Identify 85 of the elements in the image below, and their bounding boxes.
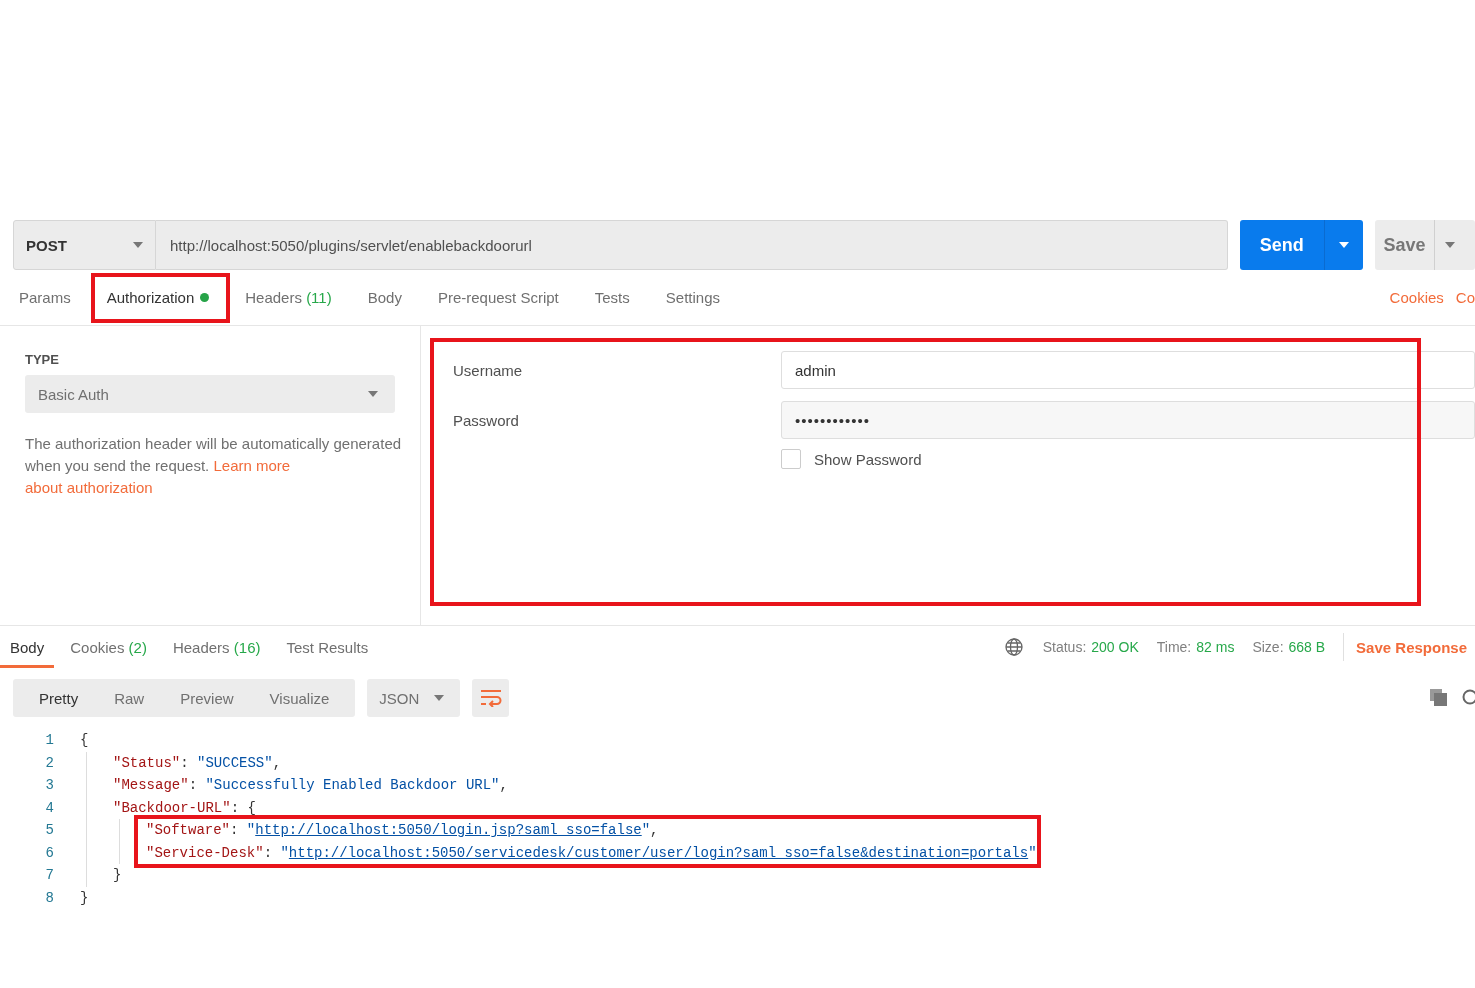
search-icon[interactable]: [1461, 689, 1475, 707]
auth-type-dropdown[interactable]: Basic Auth: [25, 375, 395, 413]
learn-more-link[interactable]: about authorization: [25, 479, 153, 496]
json-punctuation: {: [80, 732, 89, 749]
meta-label: Time:: [1156, 639, 1192, 655]
field-label: Username: [453, 361, 524, 379]
send-button[interactable]: Send: [1239, 220, 1325, 270]
caret-icon: [434, 695, 445, 701]
username-field[interactable]: admin: [781, 351, 1475, 389]
count-label: (16): [233, 638, 261, 656]
cookies-link[interactable]: Co: [1455, 289, 1475, 306]
meta-value: 200 OK: [1091, 639, 1139, 655]
json-punctuation: ,: [650, 822, 659, 839]
type-heading: TYPE: [25, 352, 60, 367]
response-tab[interactable]: Body: [0, 626, 55, 668]
request-tab[interactable]: Tests: [581, 280, 643, 315]
format-tab[interactable]: Preview: [162, 679, 252, 717]
field-label: Password: [453, 411, 520, 429]
meta-label: Size:: [1252, 639, 1284, 655]
method-dropdown[interactable]: POST: [13, 220, 156, 270]
request-tab[interactable]: Params: [6, 280, 84, 315]
json-punctuation: ,: [499, 777, 508, 794]
request-tab[interactable]: Headers (11): [232, 280, 345, 315]
line-number: 8: [44, 889, 54, 906]
json-punctuation: :: [180, 754, 190, 771]
json-string: "SUCCESS": [197, 754, 273, 771]
json-punctuation: :: [188, 777, 199, 794]
json-string: ": [641, 822, 651, 839]
json-punctuation: }: [80, 889, 89, 906]
caret-icon: [133, 242, 143, 248]
json-punctuation: :: [230, 822, 240, 839]
request-tab[interactable]: Settings: [652, 280, 733, 315]
count-label: (2): [128, 638, 147, 656]
line-number: 4: [44, 799, 54, 816]
json-string: ": [1028, 844, 1037, 861]
line-number: 1: [44, 732, 54, 749]
response-tab[interactable]: Test Results: [276, 626, 379, 668]
caret-icon: [368, 391, 378, 397]
url-field[interactable]: http://localhost:5050/plugins/servlet/enablebackdoorurl: [156, 220, 1228, 270]
json-punctuation: }: [113, 867, 122, 884]
save-button[interactable]: Save: [1375, 220, 1435, 270]
line-number: 7: [44, 867, 54, 884]
json-string: ": [280, 844, 289, 861]
json-key: "Service-Desk": [146, 844, 264, 861]
line-number: 2: [44, 754, 54, 771]
line-number: 6: [44, 844, 54, 861]
json-punctuation: :: [263, 844, 274, 861]
request-tab[interactable]: Pre-request Script: [424, 280, 572, 315]
format-tab[interactable]: Raw: [96, 679, 163, 717]
json-punctuation: ,: [272, 754, 282, 771]
line-number: 5: [44, 822, 54, 839]
caret-icon: [1339, 242, 1349, 248]
request-tab[interactable]: Authorization: [93, 280, 223, 315]
json-string: "Successfully Enabled Backdoor URL": [205, 777, 500, 794]
copy-icon[interactable]: [1429, 688, 1449, 708]
checkbox-label: Show Password: [814, 450, 922, 468]
format-tab[interactable]: Visualize: [251, 679, 348, 717]
format-tab[interactable]: Pretty: [21, 679, 97, 717]
cookies-link[interactable]: Cookies: [1389, 289, 1444, 306]
meta-label: Status:: [1042, 639, 1087, 655]
meta-value: 668 B: [1288, 639, 1326, 655]
request-tab[interactable]: Body: [354, 280, 415, 315]
caret-icon: [1445, 242, 1455, 248]
json-key: "Status": [113, 754, 181, 771]
wrap-lines-button[interactable]: [472, 679, 510, 717]
json-string: ": [246, 822, 256, 839]
meta-value: 82 ms: [1196, 639, 1235, 655]
url-link[interactable]: http://localhost:5050/servicedesk/customer/user/login?saml_sso=false&destination=portals: [288, 844, 1029, 861]
learn-more-link[interactable]: Learn more: [213, 457, 291, 474]
url-link[interactable]: http://localhost:5050/login.jsp?saml_sso=false: [255, 822, 642, 839]
json-punctuation: : {: [230, 799, 256, 816]
language-dropdown[interactable]: JSON: [367, 679, 461, 717]
auth-description: The authorization header will be automatically generated when you send the request. Learn more about authorization: [25, 434, 403, 498]
save-response-button[interactable]: Save Response: [1356, 638, 1467, 656]
response-tab[interactable]: Cookies (2): [60, 626, 157, 668]
json-key: "Backdoor-URL": [113, 799, 231, 816]
wrap-icon: [479, 689, 502, 707]
json-key: "Software": [146, 822, 230, 839]
count-label: (11): [306, 289, 332, 306]
show-password-checkbox[interactable]: [781, 449, 801, 469]
json-key: "Message": [113, 777, 189, 794]
line-number: 3: [44, 777, 54, 794]
response-tab[interactable]: Headers (16): [162, 626, 271, 668]
password-field[interactable]: ••••••••••••: [781, 401, 1475, 439]
globe-icon[interactable]: [1004, 638, 1023, 656]
